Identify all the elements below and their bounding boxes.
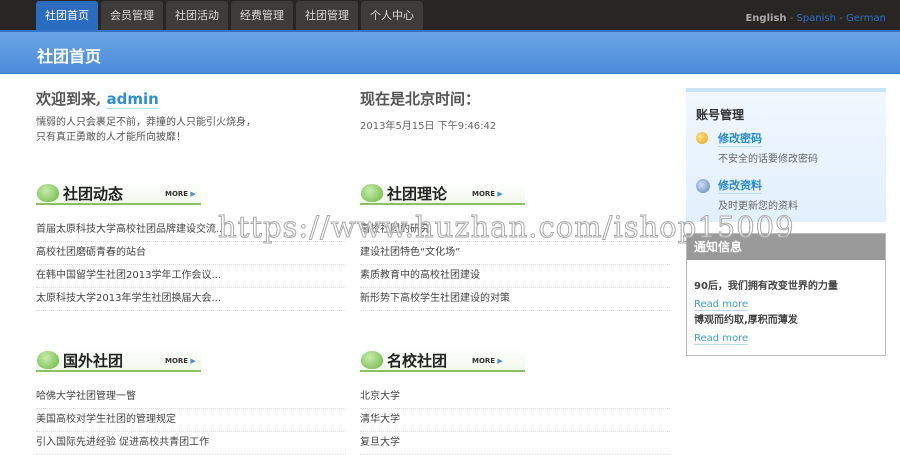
more-label: MORE (472, 190, 496, 198)
list-item[interactable]: 高校社团磨砺青春的站台 (36, 242, 346, 265)
quote-line: 只有真正勇敢的人才能所向披靡！ (36, 132, 186, 143)
arrow-right-icon: ▶ (190, 357, 196, 365)
key-icon (696, 132, 708, 144)
account-title: 账号管理 (696, 108, 745, 122)
section-title: 社团动态 (63, 185, 124, 203)
more-label: MORE (165, 190, 189, 198)
top-nav-bar: 社团首页 会员管理 社团活动 经费管理 社团管理 个人中心 English - … (0, 0, 900, 30)
list-item[interactable]: 清华大学 (360, 409, 670, 432)
section-foreign-clubs: 国外社团 MORE ▶ 哈佛大学社团管理一瞥 美国高校对学生社团的管理规定 引入国… (36, 348, 346, 455)
account-panel: 账号管理 修改密码 不安全的话要修改密码 修改资料 及时更新您的资料 (686, 88, 886, 222)
current-time: 2013年5月15日 下午9:46:42 (360, 121, 497, 132)
list-item[interactable]: 太原科技大学2013年学生社团换届大会... (36, 288, 346, 311)
tab-club-management[interactable]: 社团管理 (296, 1, 358, 30)
separator: - (835, 13, 846, 24)
tab-activities[interactable]: 社团活动 (166, 1, 228, 30)
section-famous-school-clubs: 名校社团 MORE ▶ 北京大学 清华大学 复旦大学 (360, 348, 670, 455)
username-link[interactable]: admin (106, 90, 159, 109)
change-password-link[interactable]: 修改密码 (718, 130, 762, 147)
lang-german[interactable]: German (846, 13, 886, 24)
tab-funds[interactable]: 经费管理 (231, 1, 293, 30)
tab-personal-center[interactable]: 个人中心 (361, 1, 423, 30)
lang-english[interactable]: English (745, 13, 786, 24)
quote: 懦弱的人只会裹足不前，莽撞的人只能引火烧身， 只有真正勇敢的人才能所向披靡！ (36, 115, 256, 145)
list-item[interactable]: 哈佛大学社团管理一瞥 (36, 386, 346, 409)
tab-home[interactable]: 社团首页 (36, 1, 98, 30)
more-link[interactable]: MORE ▶ (472, 357, 503, 365)
more-label: MORE (472, 357, 496, 365)
more-link[interactable]: MORE ▶ (165, 357, 196, 365)
edit-profile-link[interactable]: 修改资料 (718, 177, 762, 194)
list-item[interactable]: 在韩中国留学生社团2013学年工作会议... (36, 265, 346, 288)
welcome-heading: 欢迎到来, admin (36, 88, 159, 109)
tree-icon (37, 351, 59, 369)
more-label: MORE (165, 357, 189, 365)
tree-icon (361, 184, 383, 202)
separator: - (786, 13, 797, 24)
change-password-desc: 不安全的话要修改密码 (718, 154, 818, 165)
more-link[interactable]: MORE ▶ (472, 190, 503, 198)
info-icon (696, 179, 710, 193)
arrow-right-icon: ▶ (190, 190, 196, 198)
section-title: 名校社团 (387, 352, 448, 370)
tab-members[interactable]: 会员管理 (101, 1, 163, 30)
list-item[interactable]: 北京大学 (360, 386, 670, 409)
list-item[interactable]: 高校社团的研究 (360, 219, 670, 242)
list-item[interactable]: 素质教育中的高校社团建设 (360, 265, 670, 288)
notice-item: 90后，我们拥有改变世界的力量 (694, 281, 838, 292)
main-tabs: 社团首页 会员管理 社团活动 经费管理 社团管理 个人中心 (36, 1, 423, 30)
read-more-link[interactable]: Read more (694, 333, 749, 345)
tree-icon (361, 351, 383, 369)
welcome-text: 欢迎到来, (36, 90, 102, 108)
list-item[interactable]: 新形势下高校学生社团建设的对策 (360, 288, 670, 311)
edit-profile-desc: 及时更新您的资料 (718, 201, 798, 212)
arrow-right-icon: ▶ (497, 357, 503, 365)
lang-spanish[interactable]: Spanish (796, 13, 836, 24)
quote-line: 懦弱的人只会裹足不前，莽撞的人只能引火烧身， (36, 117, 256, 128)
tree-icon (37, 184, 59, 202)
language-switcher: English - Spanish - German (745, 13, 886, 24)
arrow-right-icon: ▶ (497, 190, 503, 198)
page-title: 社团首页 (37, 47, 102, 66)
page-header: 社团首页 (0, 30, 900, 74)
section-club-theory: 社团理论 MORE ▶ 高校社团的研究 建设社团特色“文化场” 素质教育中的高校社… (360, 181, 670, 311)
more-link[interactable]: MORE ▶ (165, 190, 196, 198)
notice-item: 博观而约取,厚积而薄发 (694, 315, 798, 326)
notice-panel: 通知信息 90后，我们拥有改变世界的力量 Read more 博观而约取,厚积而… (686, 233, 886, 356)
section-title: 国外社团 (63, 352, 124, 370)
list-item[interactable]: 首届太原科技大学高校社团品牌建设交流... (36, 219, 346, 242)
section-club-news: 社团动态 MORE ▶ 首届太原科技大学高校社团品牌建设交流... 高校社团磨砺青… (36, 181, 346, 311)
notice-title: 通知信息 (687, 234, 885, 260)
read-more-link[interactable]: Read more (694, 299, 749, 311)
time-heading: 现在是北京时间： (360, 90, 481, 108)
list-item[interactable]: 美国高校对学生社团的管理规定 (36, 409, 346, 432)
list-item[interactable]: 建设社团特色“文化场” (360, 242, 670, 265)
section-title: 社团理论 (387, 185, 448, 203)
